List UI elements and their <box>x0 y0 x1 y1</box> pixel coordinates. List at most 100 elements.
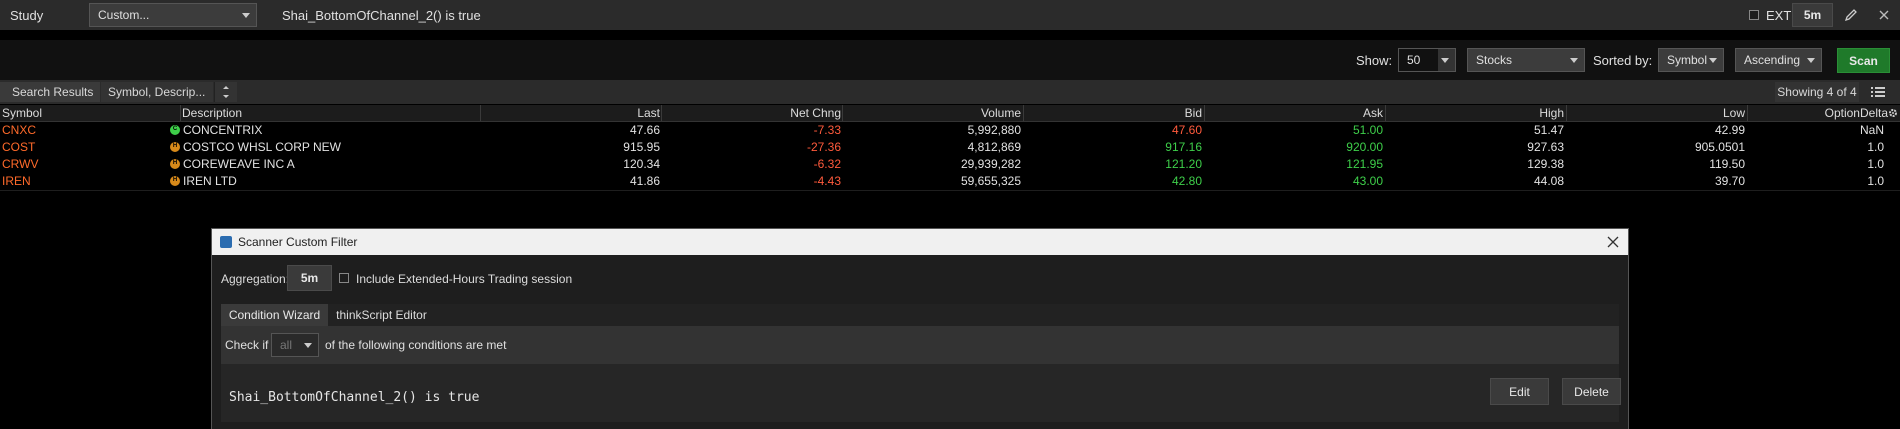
cell-bid: 42.80 <box>1171 174 1202 188</box>
show-count-select[interactable]: 50 <box>1398 48 1456 72</box>
cell-bid: 121.20 <box>1165 157 1202 171</box>
cell-net-chng: -27.36 <box>806 140 841 154</box>
cell-option-delta: 1.0 <box>1867 140 1884 154</box>
edit-button[interactable]: Edit <box>1490 378 1549 405</box>
tab-thinkscript-editor[interactable]: thinkScript Editor <box>329 304 434 326</box>
cell-symbol[interactable]: CRWV <box>2 156 38 172</box>
show-label: Show: <box>1356 53 1393 68</box>
product-badge-icon: H <box>170 142 180 152</box>
cell-symbol[interactable]: COST <box>2 139 35 155</box>
dialog-aggregation-value: 5m <box>300 271 319 285</box>
col-header-net-chng[interactable]: Net Chng <box>662 105 841 121</box>
cell-high: 44.08 <box>1533 174 1564 188</box>
match-conditions-bar: Check if all of the following conditions… <box>221 326 1619 364</box>
cell-net-chng: -7.33 <box>813 123 841 137</box>
aggregation-label: Aggregation: <box>221 272 290 286</box>
sort-arrows-icon <box>223 86 229 98</box>
cell-description: IREN LTD <box>183 174 237 188</box>
show-count-value: 50 <box>1407 53 1421 67</box>
col-header-description[interactable]: Description <box>182 105 242 121</box>
sort-field-select[interactable]: Symbol <box>1658 48 1724 72</box>
cell-last: 41.86 <box>629 174 660 188</box>
tab-thinkscript-editor-label: thinkScript Editor <box>336 308 427 322</box>
search-results-tab[interactable]: Search Results <box>0 82 100 102</box>
study-select[interactable]: Custom... <box>89 3 257 27</box>
col-header-bid[interactable]: Bid <box>1024 105 1202 121</box>
scanner-custom-filter-dialog: Scanner Custom Filter Aggregation: 5m In… <box>211 228 1629 429</box>
chevron-down-icon <box>1441 58 1449 63</box>
study-toolbar: Study Custom... Shai_BottomOfChannel_2()… <box>0 0 1900 31</box>
watchlist-select[interactable]: Stocks <box>1467 48 1585 72</box>
study-select-value: Custom... <box>98 8 150 22</box>
aggregation-value: 5m <box>1803 8 1822 22</box>
edit-button-label: Edit <box>1509 384 1530 399</box>
cell-symbol[interactable]: CNXC <box>2 122 36 138</box>
cell-low: 42.99 <box>1714 123 1745 137</box>
spacer <box>0 30 1900 40</box>
match-mode-value: all <box>280 338 293 352</box>
cell-description: COSTCO WHSL CORP NEW <box>183 140 342 154</box>
chevron-down-icon <box>1807 58 1815 63</box>
col-header-option-delta[interactable]: OptionDelta <box>1748 105 1888 121</box>
dialog-title-bar[interactable]: Scanner Custom Filter <box>212 229 1628 255</box>
table-row[interactable]: CNXC C CONCENTRIX 47.66 -7.33 5,992,880 … <box>0 122 1900 140</box>
cell-volume: 4,812,869 <box>967 140 1021 154</box>
col-header-last[interactable]: Last <box>481 105 660 121</box>
close-icon[interactable] <box>1878 9 1890 21</box>
column-set-selector[interactable]: Symbol, Descrip... <box>101 82 213 102</box>
table-row[interactable]: COST H COSTCO WHSL CORP NEW 915.95 -27.3… <box>0 139 1900 157</box>
scan-button[interactable]: Scan <box>1837 48 1890 73</box>
menu-icon[interactable] <box>1870 85 1886 99</box>
table-header: Symbol Description Last Net Chng Volume … <box>0 105 1900 122</box>
cell-high: 51.47 <box>1533 123 1564 137</box>
tab-condition-wizard-label: Condition Wizard <box>228 308 321 322</box>
product-badge-icon: H <box>170 176 180 186</box>
cell-bid: 917.16 <box>1165 140 1202 154</box>
dialog-tabs: Condition Wizard thinkScript Editor <box>221 304 1619 326</box>
cell-description: CONCENTRIX <box>183 123 263 137</box>
cell-ask: 43.00 <box>1352 174 1383 188</box>
column-set-value: Symbol, Descrip... <box>108 85 206 99</box>
cell-low: 905.0501 <box>1694 140 1745 154</box>
cell-high: 927.63 <box>1527 140 1564 154</box>
col-header-ask[interactable]: Ask <box>1205 105 1383 121</box>
condition-panel: Condition Wizard thinkScript Editor Chec… <box>221 304 1621 422</box>
product-badge-icon: C <box>170 125 180 135</box>
cell-low: 119.50 <box>1709 157 1745 171</box>
close-icon[interactable] <box>1607 236 1619 248</box>
sort-order-value: Ascending <box>1744 53 1801 67</box>
cell-description: COREWEAVE INC A <box>183 157 295 171</box>
col-header-low[interactable]: Low <box>1567 105 1745 121</box>
col-header-high[interactable]: High <box>1386 105 1564 121</box>
study-label: Study <box>10 8 44 23</box>
match-mode-select[interactable]: all <box>271 333 319 357</box>
table-row[interactable]: IREN H IREN LTD 41.86 -4.43 59,655,325 4… <box>0 173 1900 191</box>
column-set-spinner[interactable] <box>214 82 237 102</box>
col-header-symbol[interactable]: Symbol <box>2 105 42 121</box>
extended-hours-checkbox[interactable] <box>339 273 349 283</box>
cell-net-chng: -4.43 <box>813 174 841 188</box>
sort-order-select[interactable]: Ascending <box>1735 48 1822 72</box>
ext-label: EXT <box>1766 8 1792 23</box>
check-if-label: Check if <box>225 338 269 352</box>
gear-icon[interactable] <box>1888 108 1898 118</box>
cell-ask: 920.00 <box>1346 140 1383 154</box>
table-row[interactable]: CRWV H COREWEAVE INC A 120.34 -6.32 29,9… <box>0 156 1900 174</box>
chevron-down-icon <box>1709 58 1717 63</box>
cell-high: 129.38 <box>1527 157 1564 171</box>
col-divider[interactable] <box>180 105 181 121</box>
cell-symbol[interactable]: IREN <box>2 173 31 189</box>
aggregation-button[interactable]: 5m <box>1792 3 1833 27</box>
dialog-aggregation-button[interactable]: 5m <box>287 265 332 291</box>
delete-button[interactable]: Delete <box>1562 378 1621 405</box>
tab-condition-wizard[interactable]: Condition Wizard <box>221 304 328 326</box>
ext-checkbox[interactable] <box>1749 10 1759 20</box>
extended-hours-label: Include Extended-Hours Trading session <box>356 272 573 286</box>
conditions-suffix-label: of the following conditions are met <box>325 338 507 352</box>
condition-expression[interactable]: Shai_BottomOfChannel_2() is true <box>229 390 479 405</box>
showing-count: Showing 4 of 4 <box>1775 82 1859 102</box>
study-condition-text: Shai_BottomOfChannel_2() is true <box>282 8 481 23</box>
col-header-volume[interactable]: Volume <box>843 105 1021 121</box>
cell-net-chng: -6.32 <box>813 157 841 171</box>
pencil-icon[interactable] <box>1843 7 1859 23</box>
